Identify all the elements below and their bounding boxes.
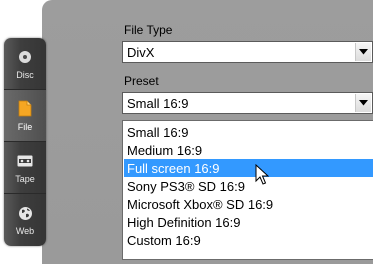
sidebar-item-web[interactable]: Web [4,194,46,246]
sidebar-item-file[interactable]: File [4,90,46,142]
sidebar-item-label: Web [15,226,35,236]
sidebar-item-disc[interactable]: Disc [4,38,46,90]
file-type-label: File Type [124,23,173,37]
output-sidebar: Disc File Tape Web [4,38,46,246]
preset-label: Preset [124,74,159,88]
preset-option-xbox[interactable]: Microsoft Xbox® SD 16:9 [124,195,373,213]
preset-dropdown-list: Small 16:9 Medium 16:9 Full screen 16:9 … [122,120,373,260]
file-type-value: DivX [127,44,155,60]
preset-value: Small 16:9 [127,95,189,111]
preset-option-full-screen[interactable]: Full screen 16:9 [124,159,373,177]
sidebar-item-tape[interactable]: Tape [4,142,46,194]
disc-icon [18,48,32,66]
sidebar-item-label: File [17,121,33,132]
preset-option-small[interactable]: Small 16:9 [124,123,373,141]
chevron-down-icon[interactable] [355,43,371,61]
preset-select[interactable]: Small 16:9 [122,92,373,114]
preset-option-high-definition[interactable]: High Definition 16:9 [124,213,373,231]
sidebar-item-label: Disc [16,69,34,80]
mouse-pointer-icon [255,164,269,185]
preset-option-sony-ps3[interactable]: Sony PS3® SD 16:9 [124,177,373,195]
sidebar-item-label: Tape [15,173,35,184]
chevron-down-icon[interactable] [355,94,371,112]
tape-icon [17,152,33,170]
preset-option-medium[interactable]: Medium 16:9 [124,141,373,159]
file-type-select[interactable]: DivX [122,41,373,63]
preset-option-custom[interactable]: Custom 16:9 [124,231,373,249]
file-icon [18,100,32,118]
globe-icon [18,204,33,222]
